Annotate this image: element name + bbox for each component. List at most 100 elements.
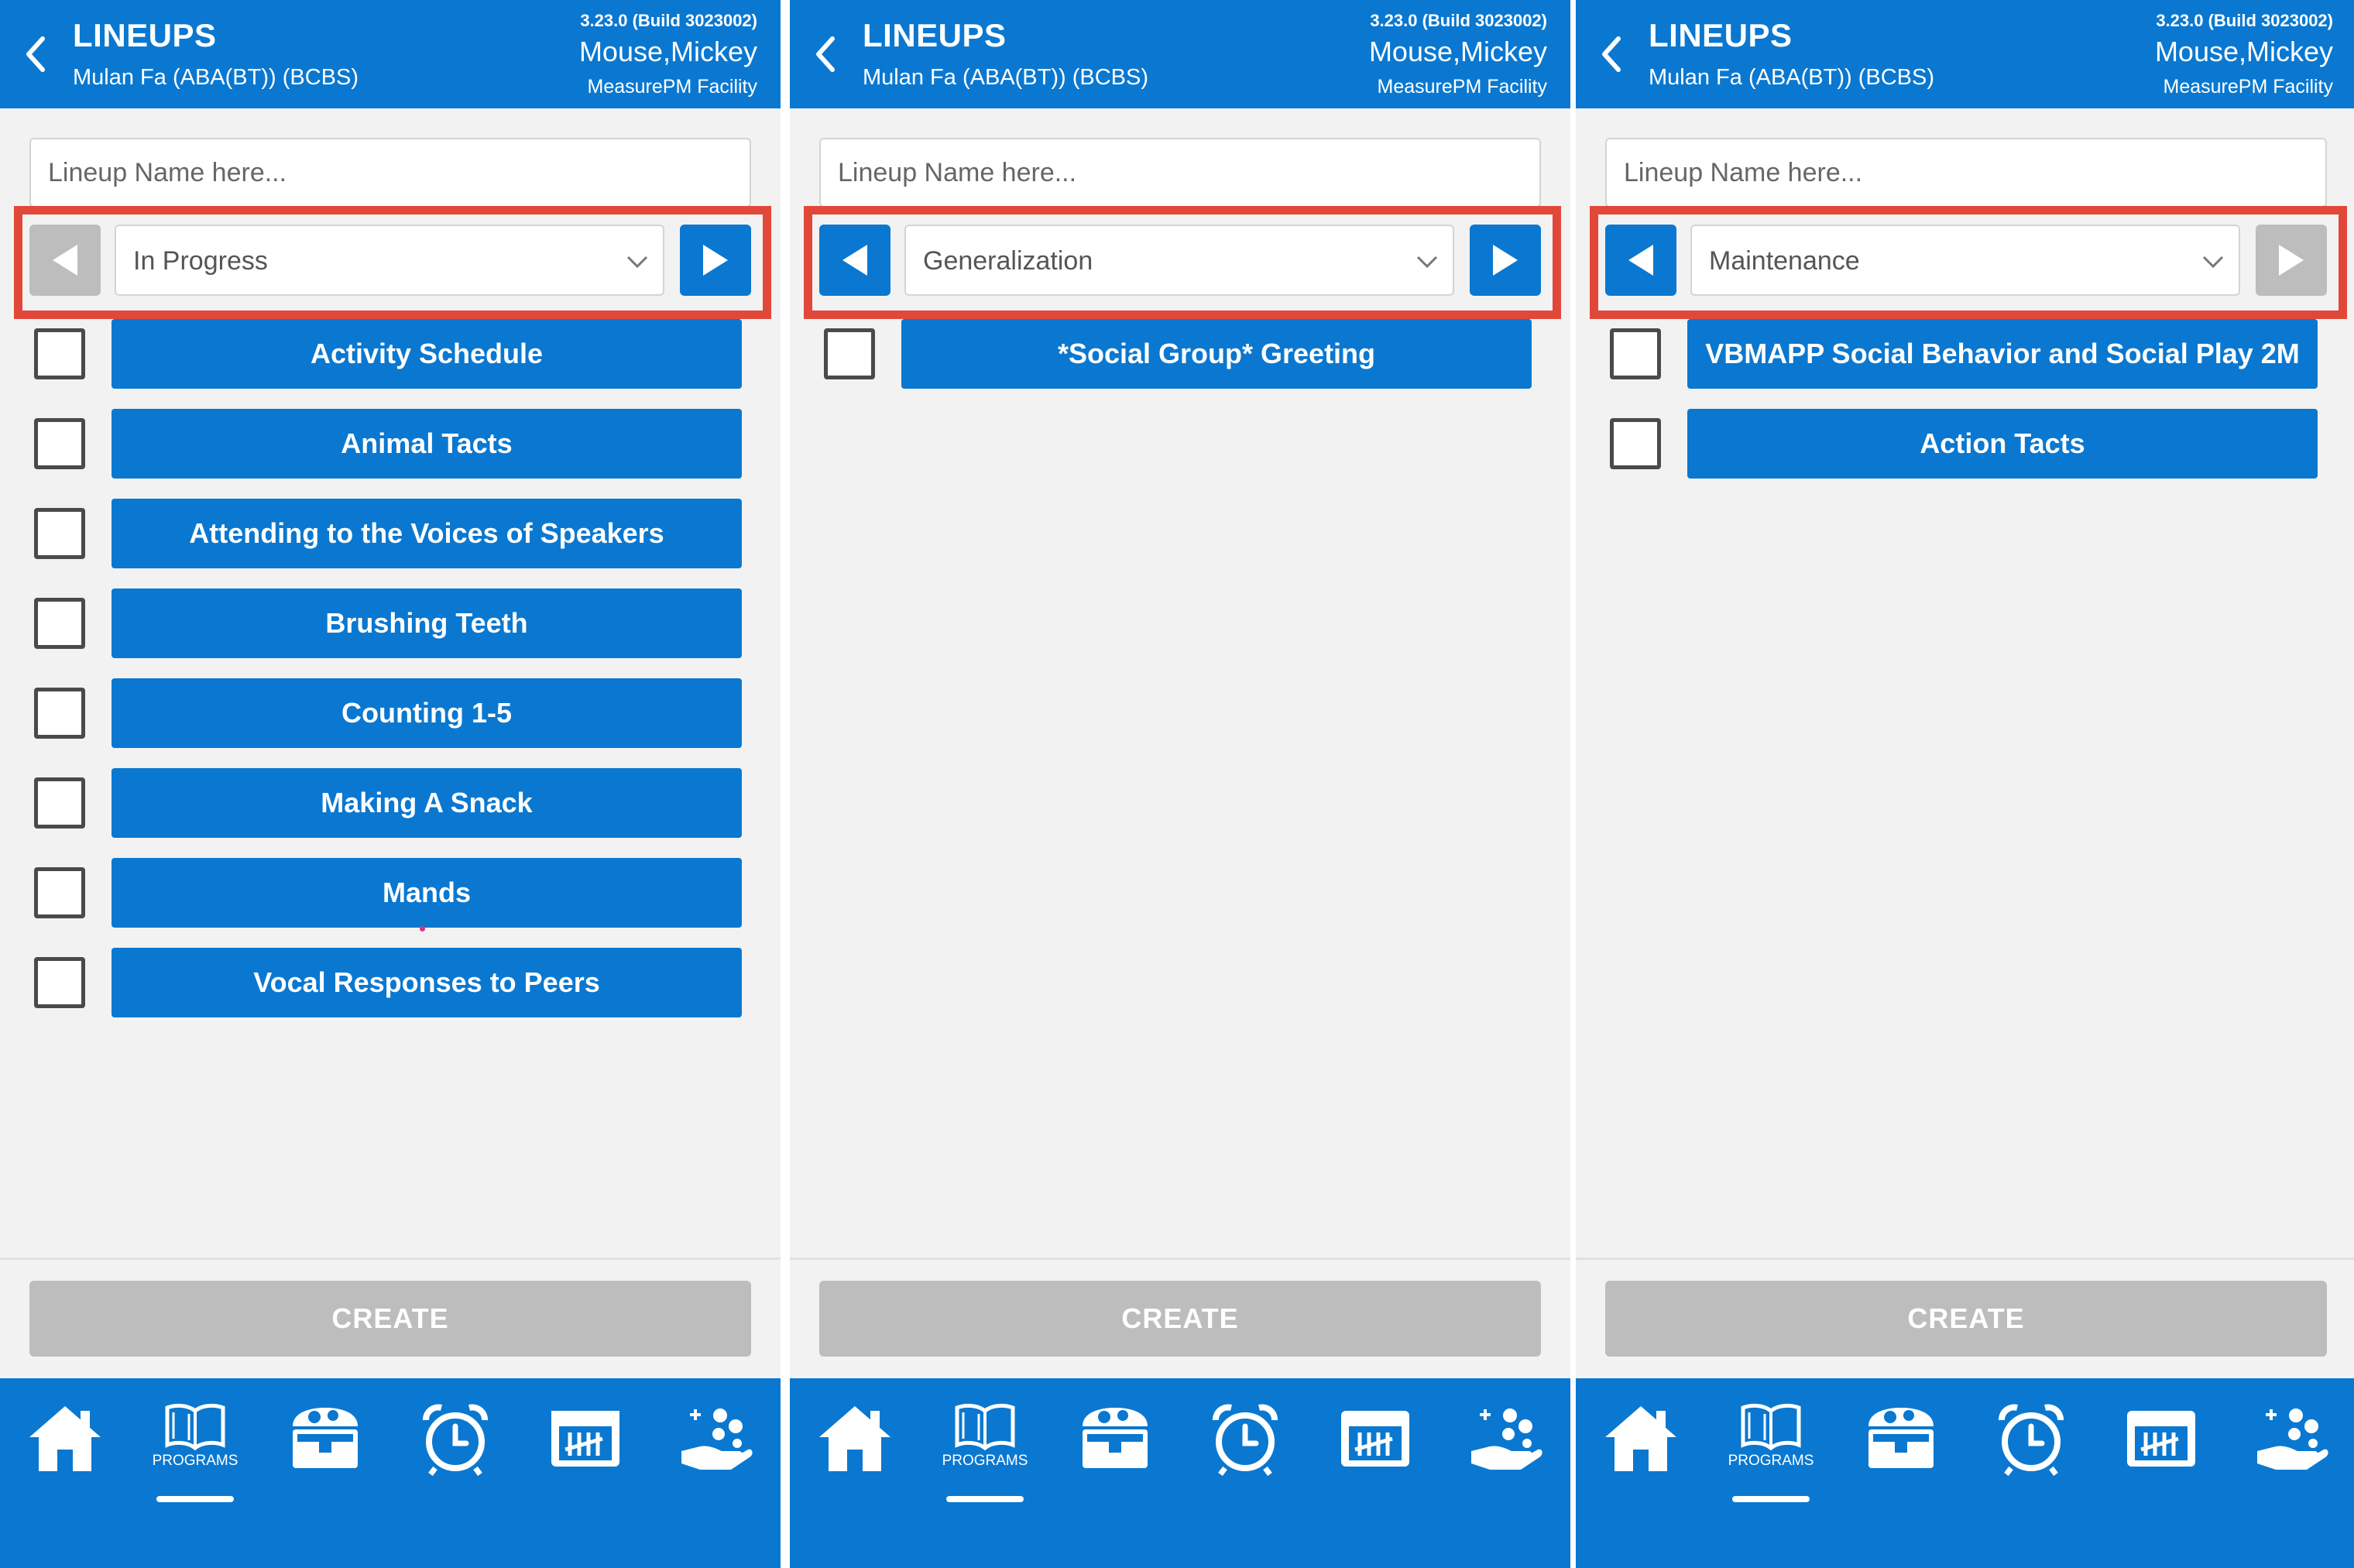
- chevron-down-icon: [626, 256, 648, 269]
- list-item: Making A Snack: [0, 768, 781, 839]
- program-button[interactable]: Animal Tacts: [112, 409, 742, 479]
- chevron-down-icon: [2202, 256, 2224, 269]
- status-dropdown[interactable]: In Progress: [115, 225, 664, 296]
- hand-coins-icon: [2257, 1408, 2328, 1470]
- tab-programs[interactable]: PROGRAMS: [149, 1402, 242, 1494]
- program-checkbox[interactable]: [34, 508, 85, 559]
- program-checkbox[interactable]: [34, 418, 85, 469]
- app-version: 3.23.0 (Build 3023002): [2156, 11, 2333, 30]
- status-dropdown-value: In Progress: [133, 246, 268, 276]
- lineups-screen-in-progress: LINEUPS Mulan Fa (ABA(BT)) (BCBS) 3.23.0…: [0, 0, 781, 1568]
- program-checkbox[interactable]: [824, 328, 875, 379]
- tab-tokens[interactable]: [2245, 1402, 2338, 1494]
- page-title: LINEUPS: [1649, 17, 1793, 53]
- program-button[interactable]: Counting 1-5: [112, 678, 742, 748]
- user-name: Mouse,Mickey: [578, 36, 757, 67]
- triangle-left-icon: [53, 245, 77, 276]
- app-version: 3.23.0 (Build 3023002): [1370, 11, 1547, 30]
- list-item: Vocal Responses to Peers: [0, 948, 781, 1019]
- tab-programs[interactable]: PROGRAMS: [1724, 1402, 1817, 1494]
- previous-status-button[interactable]: [29, 225, 101, 296]
- facility-name: MeasurePM Facility: [587, 76, 758, 98]
- lineup-name-input[interactable]: [29, 138, 751, 208]
- alarm-clock-icon: [1999, 1404, 2064, 1476]
- footer-divider: [1576, 1257, 2354, 1260]
- list-item: *Social Group* Greeting: [790, 319, 1570, 390]
- treasure-chest-icon: [293, 1408, 358, 1468]
- tab-timers[interactable]: [409, 1402, 502, 1494]
- list-item: Counting 1-5: [0, 678, 781, 750]
- chevron-left-icon: [816, 36, 835, 72]
- lineup-name-input[interactable]: [1605, 138, 2327, 208]
- program-button[interactable]: Activity Schedule: [112, 319, 742, 389]
- program-button[interactable]: Action Tacts: [1687, 409, 2318, 479]
- chevron-down-icon: [1416, 256, 1438, 269]
- list-item: VBMAPP Social Behavior and Social Play 2…: [1576, 319, 2354, 390]
- lineup-name-input[interactable]: [819, 138, 1541, 208]
- program-checkbox[interactable]: [34, 777, 85, 829]
- tab-home[interactable]: [1594, 1402, 1687, 1494]
- active-tab-indicator: [156, 1496, 234, 1502]
- program-checkbox[interactable]: [34, 328, 85, 379]
- program-checkbox[interactable]: [34, 688, 85, 739]
- program-button[interactable]: VBMAPP Social Behavior and Social Play 2…: [1687, 319, 2318, 389]
- tab-rewards[interactable]: [279, 1402, 372, 1494]
- list-item: Activity Schedule: [0, 319, 781, 390]
- facility-name: MeasurePM Facility: [2163, 76, 2334, 98]
- program-button[interactable]: Mands: [112, 858, 742, 928]
- next-status-button[interactable]: [2256, 225, 2327, 296]
- tab-tokens[interactable]: [1459, 1402, 1552, 1494]
- create-button[interactable]: CREATE: [1605, 1281, 2327, 1357]
- back-button[interactable]: [14, 31, 57, 77]
- create-button[interactable]: CREATE: [819, 1281, 1541, 1357]
- back-button[interactable]: [804, 31, 847, 77]
- next-status-button[interactable]: [1470, 225, 1541, 296]
- program-button[interactable]: Attending to the Voices of Speakers: [112, 499, 742, 568]
- tab-timers[interactable]: [1985, 1402, 2078, 1494]
- back-button[interactable]: [1590, 31, 1633, 77]
- app-version: 3.23.0 (Build 3023002): [580, 11, 757, 30]
- tab-programs-label: PROGRAMS: [1728, 1453, 1814, 1469]
- footer-divider: [790, 1257, 1570, 1260]
- program-checkbox[interactable]: [1610, 328, 1661, 379]
- program-button[interactable]: Making A Snack: [112, 768, 742, 838]
- tab-tally[interactable]: [539, 1402, 632, 1494]
- hand-coins-icon: [681, 1408, 753, 1470]
- tally-calendar-icon: [1341, 1411, 1409, 1467]
- program-button[interactable]: *Social Group* Greeting: [901, 319, 1532, 389]
- tab-programs[interactable]: PROGRAMS: [939, 1402, 1031, 1494]
- program-checkbox[interactable]: [34, 867, 85, 918]
- program-button[interactable]: Brushing Teeth: [112, 588, 742, 658]
- next-status-button[interactable]: [680, 225, 751, 296]
- status-dropdown[interactable]: Generalization: [904, 225, 1454, 296]
- program-checkbox[interactable]: [34, 598, 85, 649]
- program-checkbox[interactable]: [34, 957, 85, 1008]
- program-checkbox[interactable]: [1610, 418, 1661, 469]
- previous-status-button[interactable]: [819, 225, 890, 296]
- client-name: Mulan Fa (ABA(BT)) (BCBS): [73, 65, 359, 90]
- tab-tokens[interactable]: [669, 1402, 762, 1494]
- user-name: Mouse,Mickey: [1368, 36, 1547, 67]
- book-icon: [955, 1403, 1015, 1451]
- tab-rewards[interactable]: [1069, 1402, 1162, 1494]
- tab-home[interactable]: [808, 1402, 901, 1494]
- book-icon: [1741, 1403, 1801, 1451]
- lineups-screen-generalization: LINEUPS Mulan Fa (ABA(BT)) (BCBS) 3.23.0…: [790, 0, 1570, 1568]
- list-item: Animal Tacts: [0, 409, 781, 480]
- status-dropdown-value: Maintenance: [1709, 246, 1860, 276]
- tab-tally[interactable]: [2115, 1402, 2208, 1494]
- tab-timers[interactable]: [1199, 1402, 1292, 1494]
- previous-status-button[interactable]: [1605, 225, 1676, 296]
- footer-divider: [0, 1257, 781, 1260]
- client-name: Mulan Fa (ABA(BT)) (BCBS): [863, 65, 1148, 90]
- triangle-right-icon: [2279, 245, 2304, 276]
- create-button[interactable]: CREATE: [29, 1281, 751, 1357]
- user-name: Mouse,Mickey: [2154, 36, 2333, 67]
- status-dropdown[interactable]: Maintenance: [1690, 225, 2240, 296]
- tab-tally[interactable]: [1329, 1402, 1422, 1494]
- tab-rewards[interactable]: [1855, 1402, 1947, 1494]
- treasure-chest-icon: [1083, 1408, 1148, 1468]
- triangle-left-icon: [1628, 245, 1653, 276]
- tab-home[interactable]: [19, 1402, 112, 1494]
- program-button[interactable]: Vocal Responses to Peers: [112, 948, 742, 1017]
